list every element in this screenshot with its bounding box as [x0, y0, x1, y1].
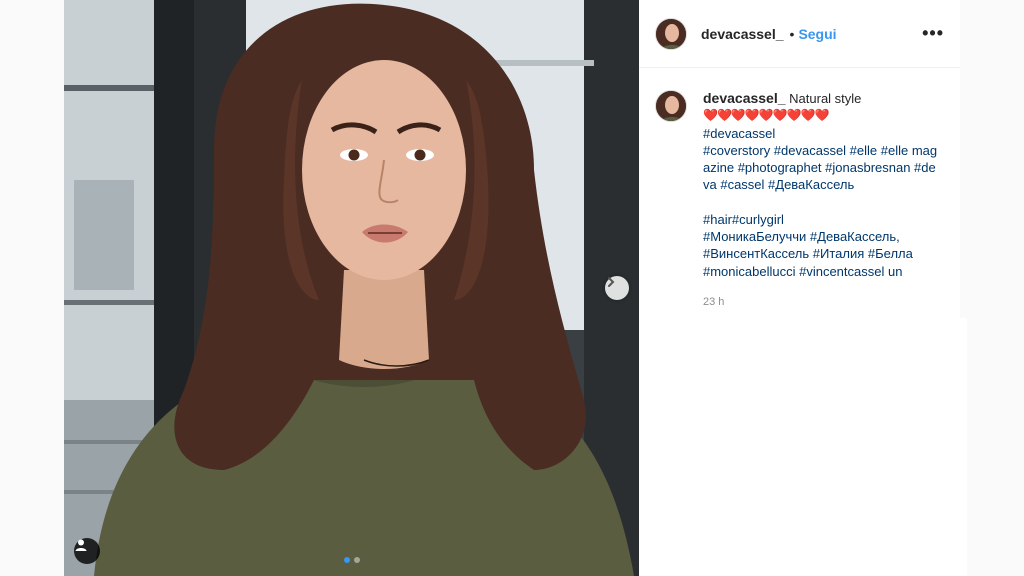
hashtag-line[interactable]: #hair#curlygirl	[703, 211, 938, 228]
caption-title: Natural style	[789, 91, 862, 106]
user-tag-icon	[75, 539, 87, 551]
follow-button[interactable]: Segui	[798, 26, 836, 42]
post-photo[interactable]	[64, 0, 639, 576]
caption-avatar[interactable]	[655, 90, 687, 122]
instagram-post-frame: devacassel_ • Segui ••• devacassel_ Natu…	[0, 0, 1024, 576]
hashtag-line[interactable]: #ВинсентКассель #Италия #Белла	[703, 245, 938, 262]
avatar[interactable]	[655, 17, 687, 50]
hearts-emoji: ❤️❤️❤️❤️❤️❤️❤️❤️❤️	[703, 108, 829, 123]
hashtag-line[interactable]: #coverstory #devacassel #elle #elle maga…	[703, 142, 938, 194]
hashtag-line[interactable]: #МоникаБелуччи #ДеваКассель,	[703, 228, 938, 245]
caption-row: devacassel_ Natural style ❤️❤️❤️❤️❤️❤️❤️…	[639, 68, 960, 311]
profile-picture	[656, 18, 686, 49]
carousel-dot-2	[354, 557, 360, 563]
tagged-users-button[interactable]	[74, 538, 100, 564]
header-username[interactable]: devacassel_	[701, 26, 784, 42]
carousel-indicator	[344, 557, 360, 563]
carousel-dot-1	[344, 557, 350, 563]
post-timestamp[interactable]: 23 h	[703, 294, 938, 311]
separator-dot: •	[789, 25, 795, 42]
chevron-right-icon	[608, 277, 615, 287]
caption-username[interactable]: devacassel_	[703, 90, 786, 106]
hashtag-line[interactable]: #monicabellucci #vincentcassel un	[703, 263, 938, 280]
profile-picture	[656, 91, 686, 121]
more-options-icon[interactable]: •••	[922, 23, 944, 44]
carousel-next-button[interactable]	[605, 276, 629, 300]
side-panel-lower	[639, 318, 967, 576]
photo-illustration	[64, 0, 639, 576]
caption-text: devacassel_ Natural style ❤️❤️❤️❤️❤️❤️❤️…	[703, 90, 938, 311]
post-header: devacassel_ • Segui •••	[639, 0, 960, 68]
hashtag-line[interactable]: #devacassel	[703, 125, 938, 142]
